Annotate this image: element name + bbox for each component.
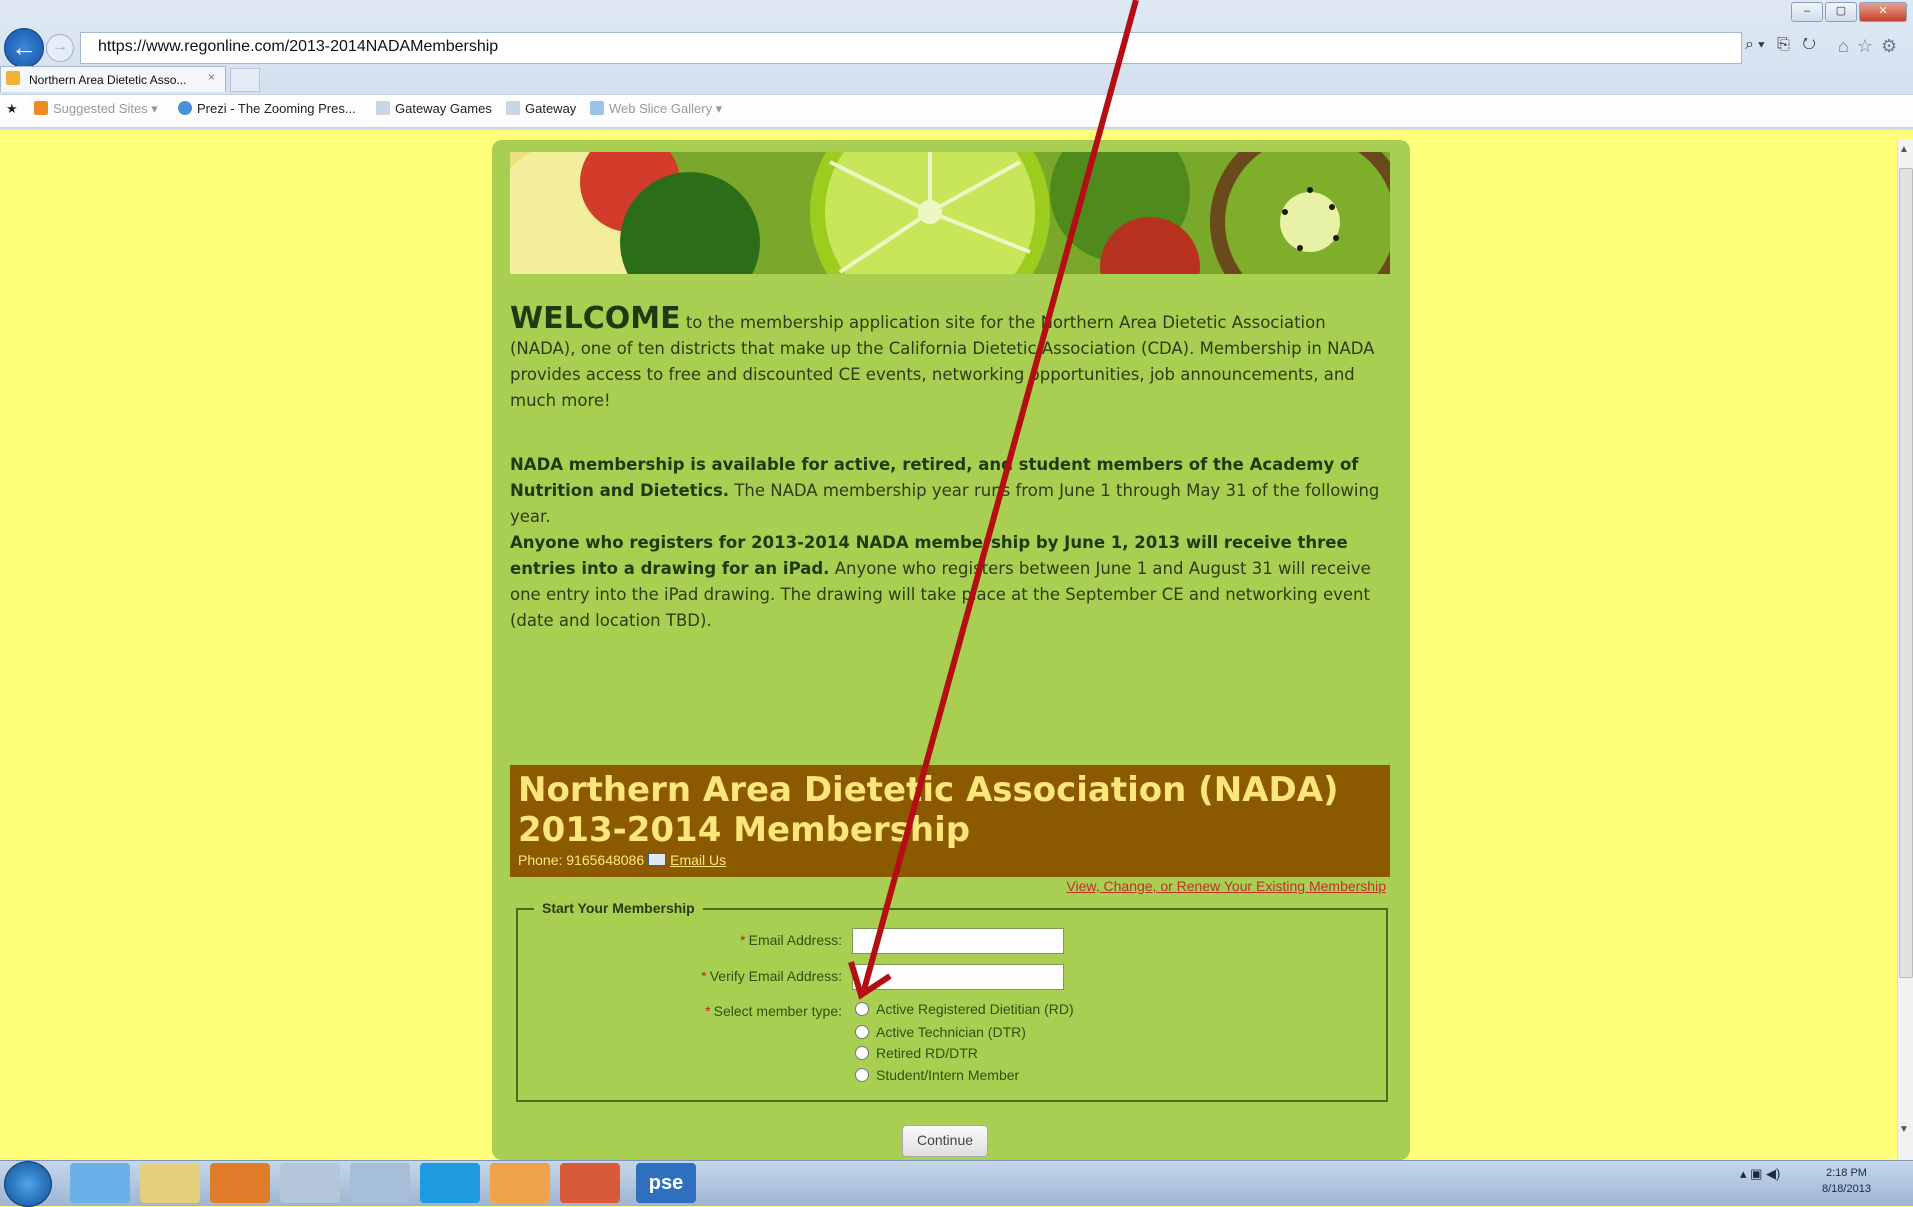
- eligibility-paragraph: NADA membership is available for active,…: [510, 452, 1390, 530]
- search-refresh-icons[interactable]: ⌕▾ ⎘ ↻: [1745, 36, 1820, 54]
- favorite-gateway[interactable]: Gateway: [506, 101, 576, 116]
- system-clock[interactable]: 2:18 PM 8/18/2013: [1822, 1165, 1871, 1197]
- phone-text: Phone: 9165648086: [518, 852, 645, 868]
- email-us-link[interactable]: Email Us: [670, 852, 726, 868]
- powerpoint-icon[interactable]: [560, 1163, 620, 1203]
- radio-student[interactable]: [855, 1068, 869, 1082]
- minimize-button[interactable]: –: [1791, 2, 1823, 22]
- member-type-label: * Select member type:: [705, 1003, 842, 1019]
- favorite-web-slice-gallery[interactable]: Web Slice Gallery ▾: [590, 101, 722, 117]
- radio-active-rd[interactable]: [855, 1002, 869, 1016]
- event-title: Northern Area Dietetic Association (NADA…: [518, 770, 1339, 810]
- favorites-star-icon[interactable]: ★: [6, 101, 18, 117]
- suggested-sites-icon: [34, 101, 48, 115]
- welcome-heading: WELCOME: [510, 301, 681, 336]
- existing-membership-link[interactable]: View, Change, or Renew Your Existing Mem…: [1066, 878, 1386, 894]
- option-active-rd-label[interactable]: Active Registered Dietitian (RD): [876, 1001, 1074, 1017]
- verify-email-field[interactable]: [852, 964, 1064, 990]
- scrollbar-thumb[interactable]: [1899, 168, 1913, 978]
- email-field[interactable]: [852, 928, 1064, 954]
- contact-line: Phone: 9165648086 Email Us: [518, 852, 726, 868]
- system-tray-icons[interactable]: ▴ ▣ ◀): [1740, 1166, 1780, 1182]
- required-asterisk: *: [701, 968, 707, 984]
- required-asterisk: *: [740, 932, 746, 948]
- verify-email-label: * Verify Email Address:: [701, 968, 842, 984]
- tab-close-icon[interactable]: ×: [208, 70, 215, 84]
- option-retired-label[interactable]: Retired RD/DTR: [876, 1045, 978, 1061]
- mail-icon: [648, 853, 667, 866]
- url-text[interactable]: https://www.regonline.com/2013-2014NADAM…: [98, 32, 498, 62]
- radio-retired[interactable]: [855, 1046, 869, 1060]
- photoshop-elements-icon[interactable]: pse: [636, 1163, 696, 1203]
- web-slice-icon: [590, 101, 604, 115]
- skype-icon[interactable]: [420, 1163, 480, 1203]
- page-icon: [506, 101, 520, 115]
- new-tab-button[interactable]: [230, 68, 260, 92]
- favorite-prezi[interactable]: Prezi - The Zooming Pres...: [178, 101, 356, 116]
- option-active-dtr-label[interactable]: Active Technician (DTR): [876, 1024, 1026, 1040]
- fruit-banner-image: [510, 152, 1390, 274]
- forward-arrow-icon[interactable]: →: [46, 34, 74, 62]
- fieldset-legend: Start Your Membership: [534, 900, 703, 916]
- scroll-up-icon[interactable]: ▲: [1899, 144, 1909, 155]
- outlook-icon[interactable]: [490, 1163, 550, 1203]
- windows-start-button[interactable]: [4, 1161, 52, 1207]
- site-favicon-icon: [6, 71, 20, 85]
- tab-title: Northern Area Dietetic Asso...: [29, 73, 187, 87]
- favorite-gateway-games[interactable]: Gateway Games: [376, 101, 492, 116]
- window-controls: – ▢ ✕: [1791, 2, 1907, 22]
- email-label: * Email Address:: [740, 932, 842, 948]
- home-favorites-gear-icons[interactable]: ⌂☆⚙: [1838, 36, 1905, 57]
- back-arrow-icon[interactable]: ←: [4, 28, 44, 68]
- file-explorer-icon[interactable]: [140, 1163, 200, 1203]
- favorite-suggested-sites[interactable]: Suggested Sites ▾: [34, 101, 158, 117]
- media-player-icon[interactable]: [210, 1163, 270, 1203]
- maximize-button[interactable]: ▢: [1825, 2, 1857, 22]
- tools-icon[interactable]: [280, 1163, 340, 1203]
- scroll-down-icon[interactable]: ▼: [1899, 1124, 1909, 1135]
- browser-tab[interactable]: Northern Area Dietetic Asso...: [0, 66, 226, 92]
- required-asterisk: *: [705, 1003, 711, 1019]
- close-window-button[interactable]: ✕: [1859, 2, 1907, 22]
- prezi-icon: [178, 101, 192, 115]
- continue-button[interactable]: Continue: [902, 1125, 988, 1157]
- internet-explorer-icon[interactable]: [70, 1163, 130, 1203]
- option-student-label[interactable]: Student/Intern Member: [876, 1067, 1019, 1083]
- users-icon[interactable]: [350, 1163, 410, 1203]
- ipad-drawing-paragraph: Anyone who registers for 2013-2014 NADA …: [510, 530, 1390, 634]
- radio-active-dtr[interactable]: [855, 1025, 869, 1039]
- event-subtitle: 2013-2014 Membership: [518, 810, 971, 850]
- welcome-paragraph: WELCOME to the membership application si…: [510, 304, 1390, 414]
- page-icon: [376, 101, 390, 115]
